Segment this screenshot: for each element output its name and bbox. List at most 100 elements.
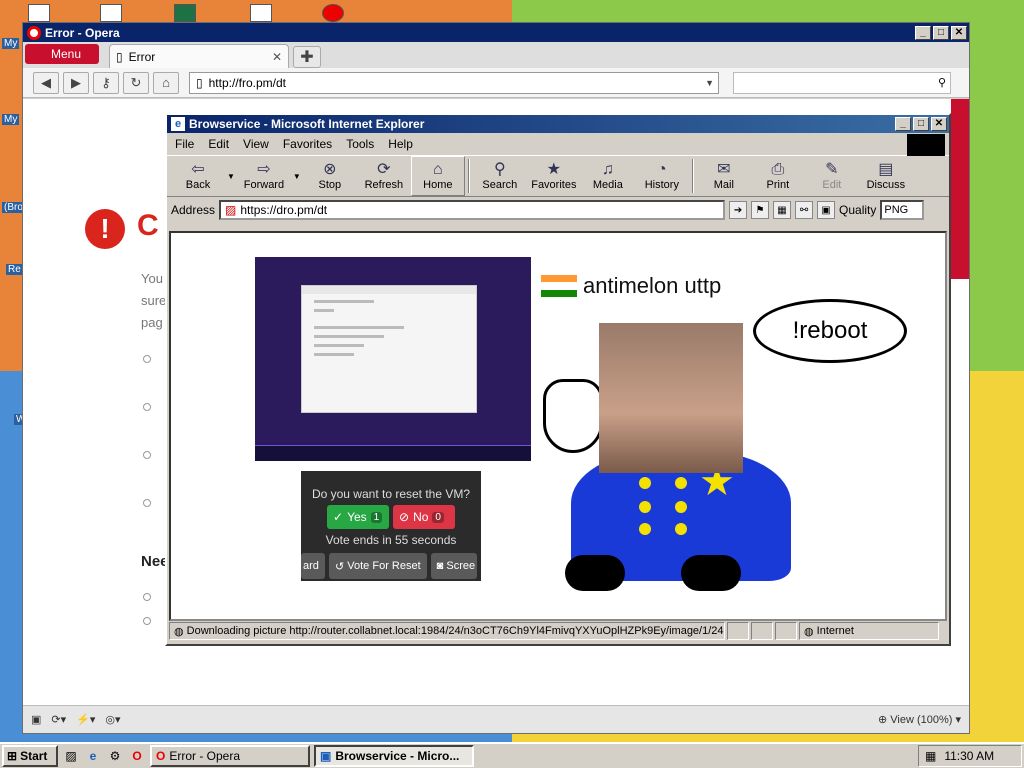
desktop-icon-label[interactable]: My [2,114,20,125]
discuss-button[interactable]: ▤ Discuss [859,156,913,196]
quality-select[interactable]: PNG [880,200,925,220]
back-button[interactable]: ◀ [33,71,59,94]
tray-icon[interactable]: ▦ [925,749,936,763]
search-input[interactable]: ⚲ [733,71,951,94]
screenshot-button[interactable]: ◙ Scree [430,553,477,579]
excel-icon[interactable] [174,4,196,22]
flag-stripe [541,282,577,290]
vote-for-reset-button[interactable]: ↺ Vote For Reset [329,553,427,579]
uniform-button [675,523,687,535]
tab-close-icon[interactable]: ✕ [272,50,282,64]
task-ie[interactable]: ▣ Browservice - Micro... [314,745,474,767]
favorites-button[interactable]: ★ Favorites [527,156,581,196]
refresh-button[interactable]: ⟳ Refresh [357,156,411,196]
ie-titlebar[interactable]: e Browservice - Microsoft Internet Explo… [167,115,949,133]
menu-tools[interactable]: Tools [346,137,374,151]
paste-icon[interactable]: ▣ [817,201,836,219]
forward-button[interactable]: ⇨ Forward [237,156,291,196]
opera-titlebar[interactable]: Error - Opera _ □ ✕ [23,23,969,42]
close-button[interactable]: ✕ [931,117,947,131]
desktop-icon[interactable] [100,4,122,22]
maximize-button[interactable]: □ [913,117,929,131]
chevron-down-icon[interactable]: ▼ [705,78,714,88]
desktop-icon-label[interactable]: Re [6,264,23,275]
back-button[interactable]: ⇦ Back [171,156,225,196]
bookmark-icon[interactable]: ⚑ [751,201,770,219]
close-button[interactable]: ✕ [951,25,967,40]
home-button[interactable]: ⌂ [153,71,179,94]
history-button[interactable]: ◔ History [635,156,689,196]
zone-cell: ◍ Internet [799,622,939,640]
list-bullet [143,499,151,507]
media-button[interactable]: ♫ Media [581,156,635,196]
zoom-control[interactable]: ⊕ View (100%) ▾ [878,713,961,726]
clipboard-icon[interactable]: ▦ [773,201,792,219]
search-button[interactable]: ⚲ Search [473,156,527,196]
vote-yes-button[interactable]: ✓ Yes 1 [327,505,389,529]
search-icon[interactable]: ⚲ [938,76,946,89]
minimize-button[interactable]: _ [915,25,931,40]
vote-no-button[interactable]: ⊘ No 0 [393,505,455,529]
mail-button[interactable]: ✉ Mail [697,156,751,196]
uniform-button [639,523,651,535]
vm-screenshot[interactable] [255,257,531,461]
start-label: Start [20,749,48,763]
network-icon[interactable]: ⚙ [106,747,124,765]
desktop-icon[interactable] [250,4,272,22]
menu-file[interactable]: File [175,137,194,151]
face-photo [599,323,743,473]
print-button[interactable]: ⎙ Print [751,156,805,196]
toolbar-label: Search [482,179,518,191]
desktop-icon[interactable] [28,4,50,22]
user-title: antimelon uttp [541,273,721,299]
forward-button[interactable]: ▶ [63,71,89,94]
status-text-cell: ◍ Downloading picture http://router.coll… [169,622,725,640]
menu-help[interactable]: Help [388,137,413,151]
go-arrow-icon[interactable]: ➔ [729,201,748,219]
chevron-down-icon[interactable]: ▼ [293,172,301,181]
vote-question: Do you want to reset the VM? [311,487,471,501]
turbo-icon[interactable]: ⚡▾ [76,713,95,726]
key-icon[interactable]: ⚷ [93,71,119,94]
edit-button[interactable]: ✎ Edit [805,156,859,196]
panel-toggle-icon[interactable]: ▣ [31,713,41,726]
menu-favorites[interactable]: Favorites [283,137,332,151]
page-icon: ▯ [116,49,123,64]
find-icon[interactable]: ⚯ [795,201,814,219]
address-field[interactable]: ▨ https://dro.pm/dt [219,200,726,220]
error-icon: ! [85,209,125,249]
menu-label: Menu [51,47,82,61]
address-field[interactable]: ▯ http://fro.pm/dt ▼ [189,71,719,94]
keyboard-button[interactable]: ard [301,553,325,579]
ie-quicklaunch-icon[interactable]: e [84,747,102,765]
minimize-button[interactable]: _ [895,117,911,131]
history-icon: ◔ [657,161,667,178]
stop-button[interactable]: ⊗ Stop [303,156,357,196]
chevron-down-icon[interactable]: ▼ [227,172,235,181]
vm-setup-dialog [301,285,477,413]
desktop-icon-label[interactable]: My [2,38,20,49]
ban-icon: ⊘ [399,510,410,524]
ie-content[interactable]: Do you want to reset the VM? ✓ Yes 1 ⊘ No 0 … [169,231,947,621]
menu-view[interactable]: View [243,137,269,151]
new-tab-button[interactable]: ✚ [293,46,321,68]
start-button[interactable]: ⊞ Start [2,745,58,767]
sync-icon[interactable]: ⟳▾ [51,713,66,726]
opera-quicklaunch-icon[interactable]: O [128,747,146,765]
username: antimelon uttp [583,273,722,298]
menu-edit[interactable]: Edit [208,137,229,151]
reload-button[interactable]: ↻ [123,71,149,94]
opera-icon[interactable] [322,4,344,22]
opera-statusbar: ▣ ⟳▾ ⚡▾ ◎▾ ⊕ View (100%) ▾ [23,705,969,733]
ie-logo-icon: ▣ [320,749,332,763]
status-cell [751,622,773,640]
task-opera[interactable]: O Error - Opera [150,745,310,767]
tab-error[interactable]: ▯ Error ✕ [109,44,289,68]
home-button[interactable]: ⌂ Home [410,156,465,196]
url-text: https://dro.pm/dt [240,203,328,217]
clock[interactable]: 11:30 AM [944,749,994,763]
show-desktop-icon[interactable]: ▨ [62,747,80,765]
opera-menu-button[interactable]: Menu [25,44,99,64]
speed-dial-icon[interactable]: ◎▾ [105,713,120,726]
maximize-button[interactable]: □ [933,25,949,40]
